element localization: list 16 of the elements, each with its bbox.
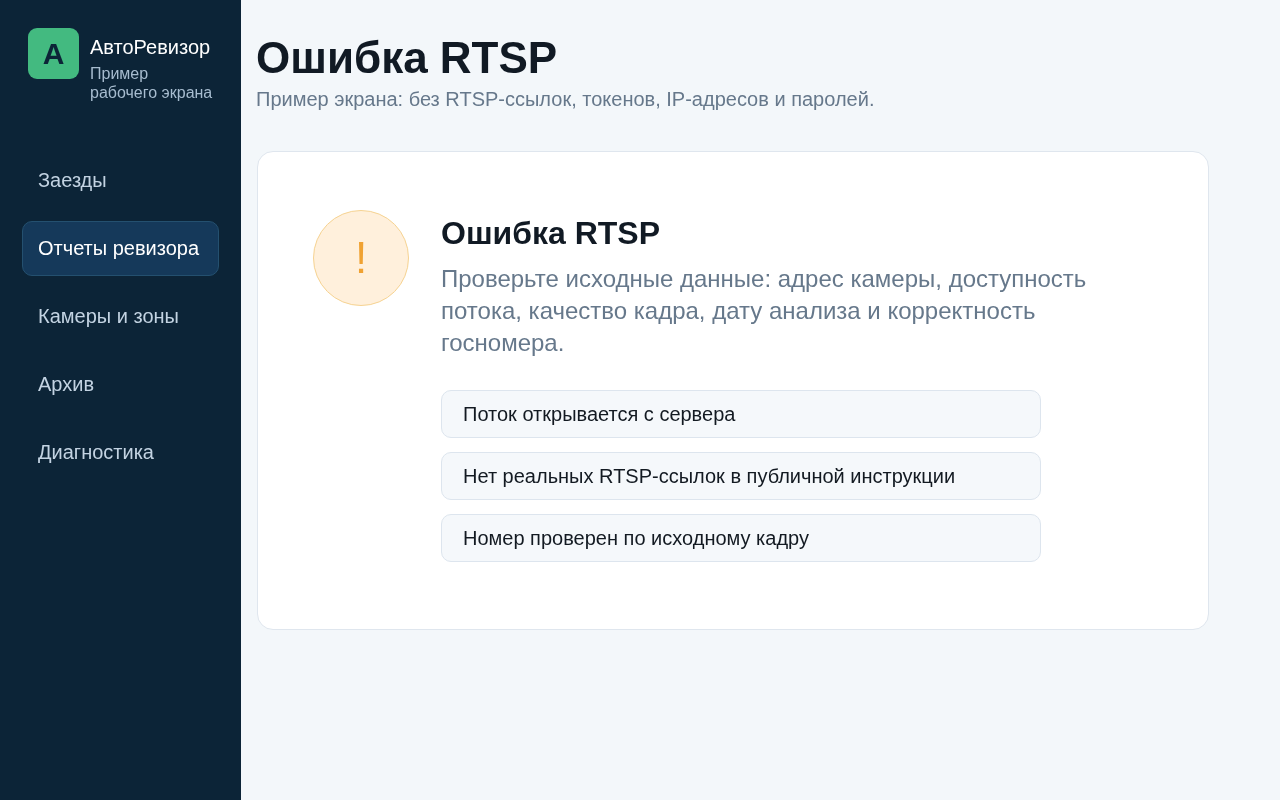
sidebar-nav-item[interactable]: Отчеты ревизора — [22, 221, 219, 276]
checklist-item: Поток открывается с сервера — [441, 390, 1041, 438]
checklist-item: Нет реальных RTSP-ссылок в публичной инструкции — [441, 452, 1041, 500]
sidebar-nav-item[interactable]: Заезды — [22, 153, 219, 208]
sidebar-nav-item[interactable]: Камеры и зоны — [22, 289, 219, 344]
app-logo: A — [28, 28, 79, 79]
sidebar-nav-item[interactable]: Архив — [22, 357, 219, 412]
checklist-item: Номер проверен по исходному кадру — [441, 514, 1041, 562]
card-title: Ошибка RTSP — [441, 214, 662, 253]
app-name: АвтоРевизор — [90, 36, 212, 58]
warning-icon: ! — [313, 210, 409, 306]
page-subtitle: Пример экрана: без RTSP-ссылок, токенов, IP-адресов и паролей. — [256, 87, 876, 111]
page-title: Ошибка RTSP — [256, 32, 559, 84]
card-description: Проверьте исходные данные: адрес камеры, доступность потока, качество кадра, дату анализа и корректность госномера. — [441, 264, 1088, 358]
app-tagline: Пример рабочего экрана — [90, 64, 214, 102]
sidebar-nav-item[interactable]: Диагностика — [22, 425, 219, 480]
